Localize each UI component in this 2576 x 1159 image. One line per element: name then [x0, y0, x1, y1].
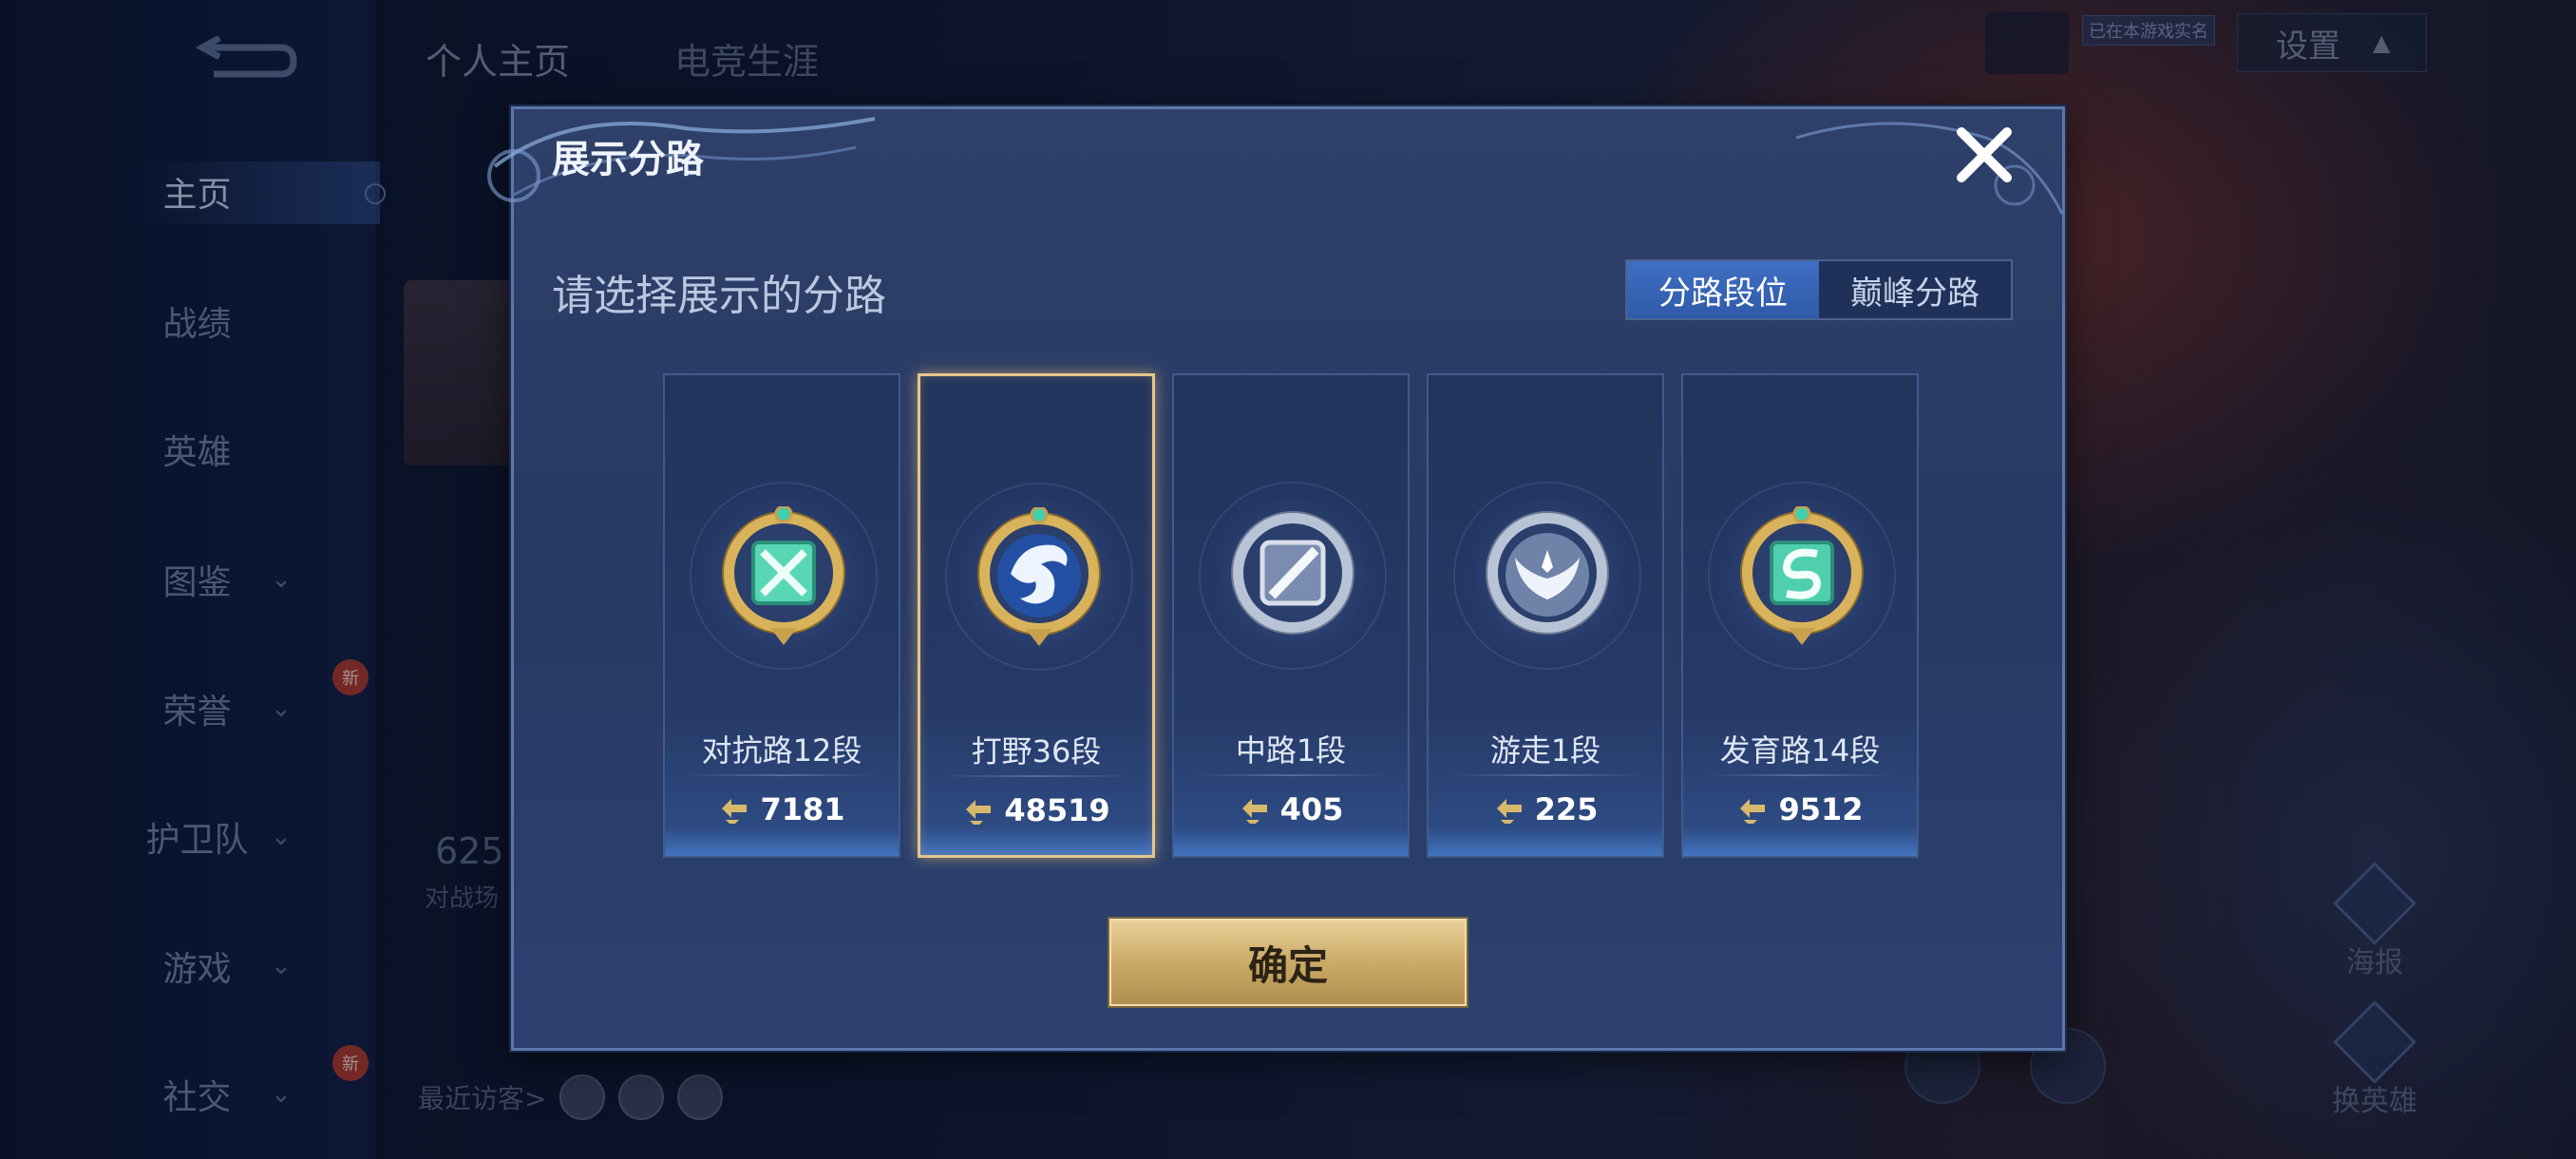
rank-point-icon: [1496, 799, 1522, 824]
lane-card[interactable]: 中路1段 405: [1172, 373, 1410, 858]
lane-card[interactable]: 打野36段 48519: [918, 373, 1155, 858]
card-divider: [941, 775, 1131, 777]
sword-emblem-icon: [722, 506, 845, 645]
lane-score: 405: [1174, 791, 1408, 827]
lane-name: 对抗路12段: [701, 732, 862, 769]
dialog-title: 展示分路: [552, 138, 704, 181]
lane-name: 打野36段: [971, 733, 1102, 770]
wing-emblem-icon: [1486, 511, 1609, 635]
lane-name: 中路1段: [1235, 732, 1347, 769]
lane-score-value: 7181: [760, 791, 845, 827]
lane-display-dialog: 展示分路 请选择展示的分路 分路段位 巅峰分路 对抗路12段 7181 打野36段 4…: [487, 106, 2065, 1051]
tab-lane-rank[interactable]: 分路段位: [1627, 261, 1819, 318]
rank-point-icon: [1241, 799, 1267, 824]
staff-emblem-icon: [1231, 511, 1354, 635]
section-title: 请选择展示的分路: [552, 272, 886, 320]
lane-type-tabs: 分路段位 巅峰分路: [1625, 259, 2013, 320]
lane-score: 225: [1429, 791, 1662, 827]
lane-name: 游走1段: [1489, 732, 1601, 769]
lane-card[interactable]: 对抗路12段 7181: [663, 373, 900, 858]
lane-card[interactable]: 游走1段 225: [1427, 373, 1664, 858]
rank-point-icon: [1740, 799, 1766, 824]
tab-peak-lane[interactable]: 巅峰分路: [1819, 261, 2011, 318]
rank-point-icon: [722, 799, 748, 824]
lane-score-value: 225: [1534, 791, 1599, 827]
cloud-ornament-icon: [1795, 122, 2064, 215]
card-divider: [1449, 774, 1641, 776]
card-divider: [686, 774, 878, 776]
lane-score: 9512: [1683, 791, 1917, 827]
lane-score-value: 48519: [1004, 792, 1110, 828]
lane-card[interactable]: 发育路14段 9512: [1681, 373, 1919, 858]
card-divider: [1704, 774, 1896, 776]
rank-point-icon: [966, 800, 992, 825]
close-icon: [1957, 127, 2012, 182]
bow-emblem-icon: [1740, 506, 1864, 645]
lane-score-value: 405: [1279, 791, 1344, 827]
confirm-button[interactable]: 确定: [1109, 919, 1467, 1006]
card-divider: [1195, 774, 1387, 776]
lane-score: 7181: [665, 791, 899, 827]
lane-card-list: 对抗路12段 7181 打野36段 48519 中路1段 405 游走1段 225 发育路14段…: [663, 373, 1919, 858]
lane-name: 发育路14段: [1719, 732, 1881, 769]
lane-score: 48519: [920, 792, 1152, 828]
close-button[interactable]: [1950, 121, 2018, 189]
dragon-emblem-icon: [977, 507, 1101, 646]
lane-score-value: 9512: [1778, 791, 1864, 827]
